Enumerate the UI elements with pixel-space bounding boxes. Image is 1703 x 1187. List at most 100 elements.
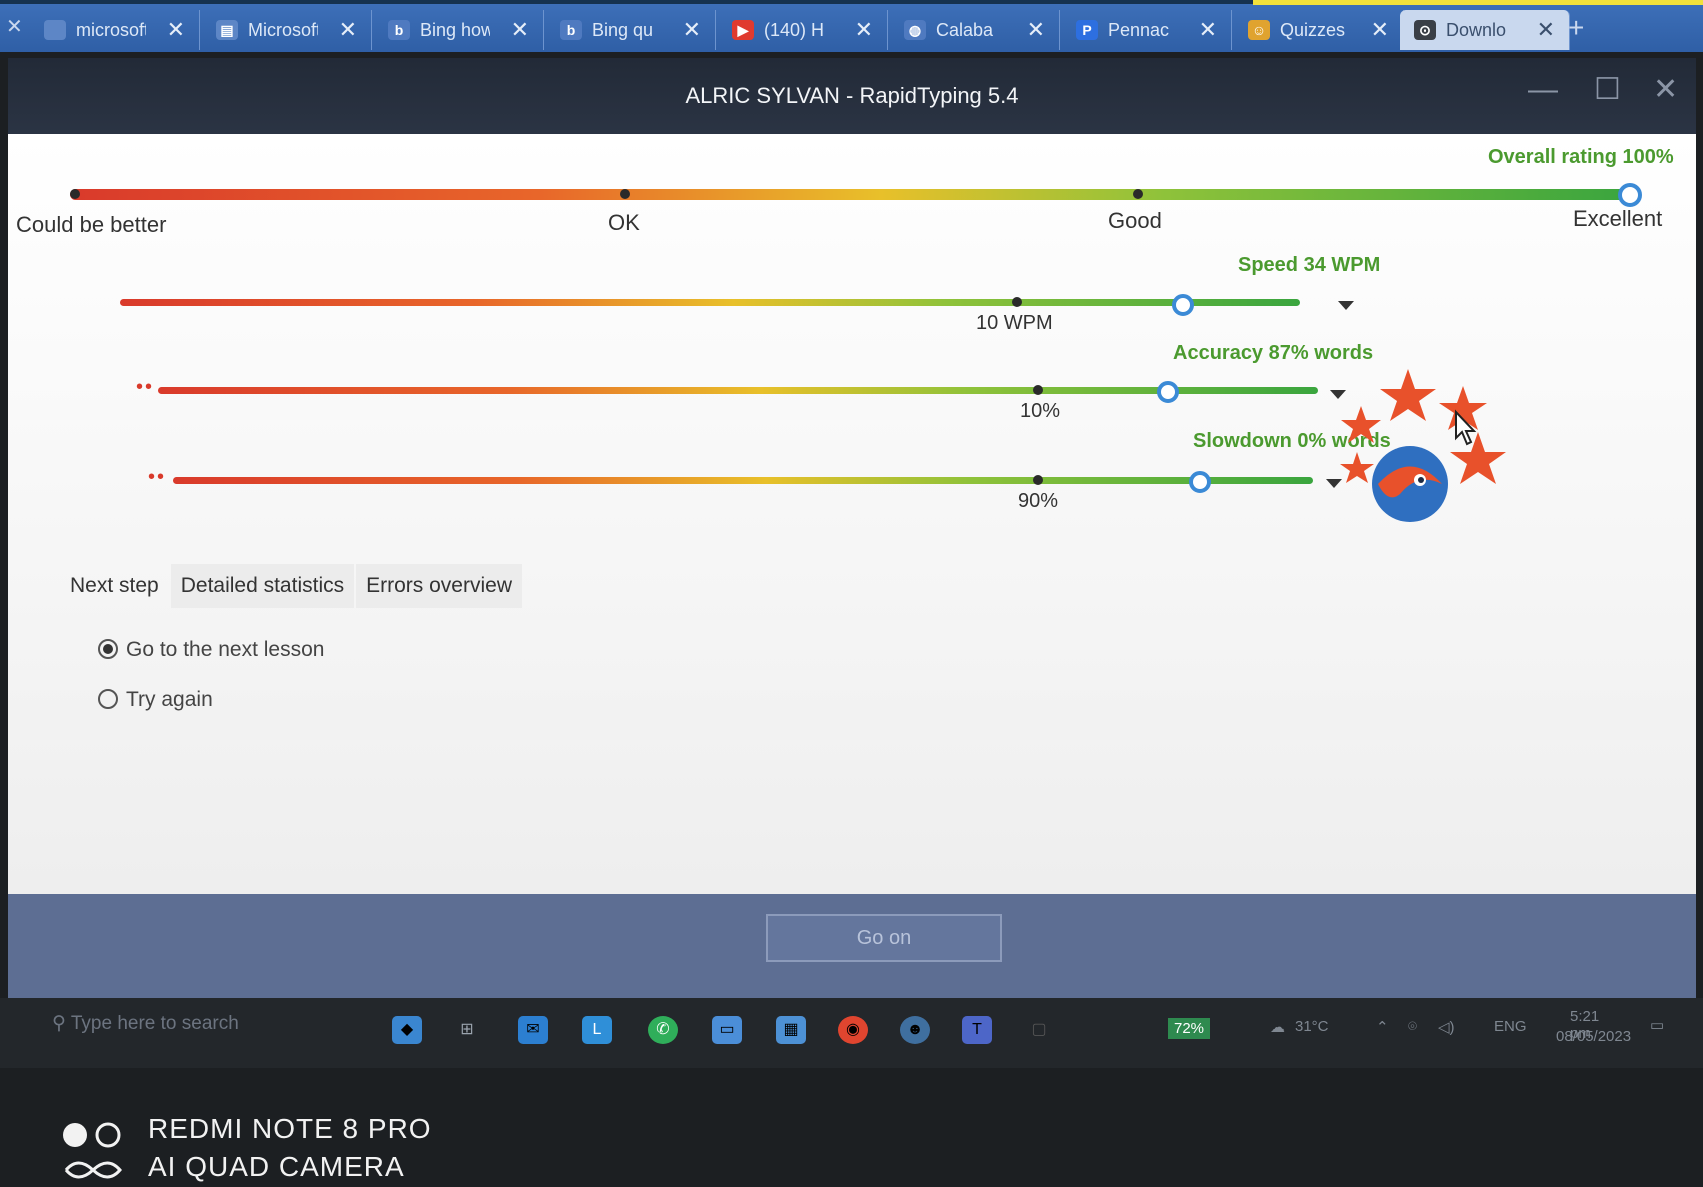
accuracy-mark-label: 10%: [1020, 400, 1061, 422]
tab-close-icon[interactable]: ✕: [1537, 10, 1555, 50]
overall-rating-bar: [70, 189, 1630, 200]
browser-tab-strip: ✕ microsoft ✕ ▤ Microsoft ✕ b Bing how ✕…: [0, 0, 1703, 52]
chevron-up-icon[interactable]: ⌃: [1376, 1018, 1389, 1036]
camera-line-1: REDMI NOTE 8 PRO: [148, 1113, 432, 1144]
slowdown-mark-label: 90%: [1018, 490, 1059, 512]
app-icon[interactable]: ▢: [1024, 1016, 1054, 1044]
app-window: ALRIC SYLVAN - RapidTyping 5.4 — ☐ ✕ Ove…: [8, 58, 1696, 998]
level-marker: [70, 189, 80, 199]
lang-indicator[interactable]: ENG: [1494, 1018, 1527, 1035]
accuracy-left-dots: ••: [136, 376, 155, 398]
browser-tab[interactable]: b Bing qu ✕: [546, 10, 716, 50]
globe-icon: ◍: [904, 20, 926, 40]
level-label-could-be-better: Could be better: [16, 212, 167, 237]
taskbar-search[interactable]: ⚲ Type here to search: [52, 1012, 239, 1035]
tab-close-icon[interactable]: ✕: [1027, 10, 1045, 50]
blank-page-icon: [44, 20, 66, 40]
title-bar: ALRIC SYLVAN - RapidTyping 5.4 — ☐ ✕: [8, 58, 1696, 134]
p-logo-icon: P: [1076, 20, 1098, 40]
minimize-button[interactable]: —: [1528, 70, 1558, 110]
result-tabs: Next step Detailed statistics Errors overv…: [60, 564, 524, 608]
tab-detailed-statistics[interactable]: Detailed statistics: [170, 564, 355, 608]
volume-icon[interactable]: ◁): [1438, 1018, 1455, 1036]
results-panel: Overall rating 100% Could be better OK G…: [8, 134, 1696, 894]
tab-next-step[interactable]: Next step: [60, 564, 169, 608]
browser-tab[interactable]: microsoft ✕: [30, 10, 200, 50]
option-try-again[interactable]: Try again: [98, 688, 213, 712]
battery-indicator[interactable]: 72%: [1168, 1018, 1211, 1039]
task-view-icon[interactable]: ⊞: [452, 1016, 482, 1044]
radio-selected-icon[interactable]: [98, 639, 118, 659]
whatsapp-icon[interactable]: ✆: [648, 1016, 678, 1044]
mascot-stars-icon: [1340, 369, 1506, 522]
camera-logo-icon: [63, 1122, 122, 1179]
tab-close-icon[interactable]: ✕: [511, 10, 529, 50]
speed-dropdown-icon[interactable]: [1338, 301, 1354, 310]
download-icon: ⊙: [1414, 20, 1436, 40]
notification-icon[interactable]: ▭: [1650, 1016, 1664, 1034]
chrome-icon[interactable]: ◉: [838, 1016, 868, 1044]
network-icon[interactable]: ⌾: [1408, 1018, 1417, 1035]
tab-close-icon[interactable]: ✕: [683, 10, 701, 50]
bing-icon: b: [560, 20, 582, 40]
level-label-good: Good: [1108, 208, 1162, 233]
browser-tab[interactable]: b Bing how ✕: [374, 10, 544, 50]
browser-tab-active[interactable]: ⊙ Downlo ✕: [1400, 10, 1570, 50]
bing-icon: b: [388, 20, 410, 40]
tab-strip-highlight: [1253, 0, 1703, 5]
document-icon: ▤: [216, 20, 238, 40]
slowdown-mark-dot: [1033, 475, 1043, 485]
teams-icon[interactable]: T: [962, 1016, 992, 1044]
quiz-icon: ☺: [1248, 20, 1270, 40]
speed-mark-label: 10 WPM: [976, 312, 1053, 334]
weather-temp[interactable]: 31°C: [1295, 1018, 1329, 1035]
mail-icon[interactable]: ✉: [518, 1016, 548, 1044]
level-label-ok: OK: [608, 210, 640, 235]
accuracy-mark-dot: [1033, 385, 1043, 395]
maximize-button[interactable]: ☐: [1594, 70, 1621, 110]
user-app-icon[interactable]: ☻: [900, 1016, 930, 1044]
tab-close-icon[interactable]: ✕: [855, 10, 873, 50]
accuracy-knob: [1157, 381, 1180, 403]
browser-tab[interactable]: ◍ Calaba ✕: [890, 10, 1060, 50]
calendar-icon[interactable]: ▦: [776, 1016, 806, 1044]
speed-mark-dot: [1012, 297, 1022, 307]
tab-close-icon[interactable]: ✕: [167, 10, 185, 50]
slowdown-knob: [1189, 471, 1211, 493]
window-title: ALRIC SYLVAN - RapidTyping 5.4: [685, 83, 1019, 108]
app-l-icon[interactable]: L: [582, 1016, 612, 1044]
go-on-button[interactable]: Go on: [766, 914, 1002, 962]
browser-tab[interactable]: P Pennac ✕: [1062, 10, 1232, 50]
option-next-lesson[interactable]: Go to the next lesson: [98, 638, 324, 662]
camera-watermark: REDMI NOTE 8 PRO AI QUAD CAMERA: [60, 1110, 432, 1186]
store-icon[interactable]: ◆: [392, 1016, 422, 1044]
radio-unselected-icon[interactable]: [98, 689, 118, 709]
windows-taskbar: ⚲ Type here to search ◆ ⊞ ✉ L ✆ ▭ ▦ ◉ ☻ …: [0, 998, 1703, 1068]
search-icon: ⚲: [52, 1013, 66, 1034]
speed-knob: [1172, 294, 1194, 316]
clock-date[interactable]: 08/05/2023: [1556, 1028, 1631, 1045]
tab-close-icon[interactable]: ✕: [1199, 10, 1217, 50]
browser-tab[interactable]: ▶ (140) H ✕: [718, 10, 888, 50]
speed-bar: [120, 299, 1300, 306]
close-icon[interactable]: ✕: [6, 14, 23, 39]
speed-label: Speed 34 WPM: [1238, 254, 1381, 276]
chat-icon[interactable]: ▭: [712, 1016, 742, 1044]
bottom-bar: Go on: [8, 894, 1696, 998]
overall-rating-label: Overall rating 100%: [1488, 146, 1674, 168]
slowdown-bar: [173, 477, 1313, 484]
tab-errors-overview[interactable]: Errors overview: [356, 564, 522, 608]
close-button[interactable]: ✕: [1653, 70, 1678, 110]
level-label-excellent: Excellent: [1573, 206, 1663, 231]
tab-close-icon[interactable]: ✕: [1371, 10, 1389, 50]
tab-close-icon[interactable]: ✕: [339, 10, 357, 50]
camera-line-2: AI QUAD CAMERA: [148, 1151, 405, 1182]
browser-tab[interactable]: ▤ Microsoft ✕: [202, 10, 372, 50]
browser-tab[interactable]: ☺ Quizzes ✕: [1234, 10, 1404, 50]
weather-icon[interactable]: ☁: [1270, 1018, 1285, 1036]
level-marker: [1133, 189, 1143, 199]
level-marker: [620, 189, 630, 199]
new-tab-button[interactable]: +: [1568, 12, 1584, 44]
accuracy-bar: [158, 387, 1318, 394]
youtube-icon: ▶: [732, 20, 754, 40]
